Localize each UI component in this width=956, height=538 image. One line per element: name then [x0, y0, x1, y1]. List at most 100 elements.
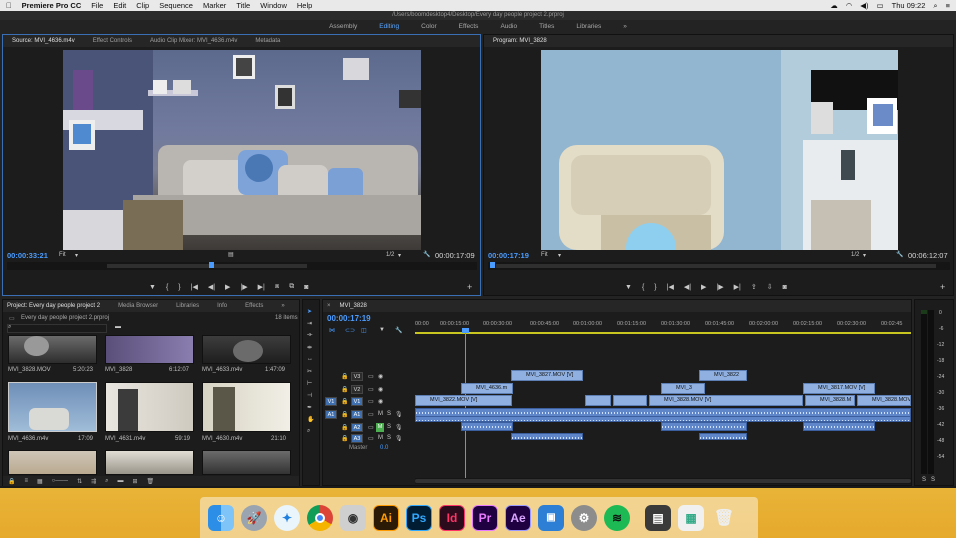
workspace-titles[interactable]: Titles — [528, 23, 565, 30]
snap-icon[interactable]: ⋈ — [329, 327, 335, 334]
workspace-more[interactable]: » — [612, 23, 638, 30]
workspace-color[interactable]: Color — [410, 23, 448, 30]
menu-help[interactable]: Help — [297, 1, 312, 10]
timeline-timecode[interactable]: 00:00:17:19 — [327, 314, 371, 323]
v2-eye-icon[interactable]: ◉ — [378, 386, 383, 393]
program-camera-icon[interactable]: ◙ — [783, 284, 787, 291]
cloud-icon[interactable]: ☁ — [830, 1, 838, 10]
source-add-button[interactable]: + — [467, 282, 472, 292]
program-mark-out-icon[interactable]: } — [654, 284, 656, 291]
clock[interactable]: Thu 09:22 — [892, 1, 926, 10]
workspace-audio[interactable]: Audio — [489, 23, 528, 30]
ripple-edit-tool-icon[interactable]: ⟛ — [307, 332, 312, 339]
rate-stretch-tool-icon[interactable]: ↔ — [307, 356, 313, 362]
track-a2-label[interactable]: A2 — [351, 423, 363, 432]
hand-tool-icon[interactable]: ✋ — [307, 416, 314, 423]
linked-selection-icon[interactable]: ⊂⊃ — [345, 327, 355, 334]
v3-lock-icon[interactable]: 🔒 — [341, 373, 348, 380]
source-wrench-icon[interactable]: 🔧 — [423, 251, 430, 258]
zoom-tool-icon[interactable]: ⌕ — [307, 428, 310, 435]
program-resolution-chevron-icon[interactable]: ▾ — [863, 252, 866, 259]
master-value[interactable]: 0.0 — [380, 445, 388, 451]
menu-marker[interactable]: Marker — [203, 1, 226, 10]
menu-list-icon[interactable]: ≡ — [946, 1, 950, 10]
workspace-effects[interactable]: Effects — [448, 23, 490, 30]
v3-sync-icon[interactable]: ▭ — [368, 373, 374, 380]
a2-lock-icon[interactable]: 🔒 — [341, 424, 348, 431]
menu-sequence[interactable]: Sequence — [159, 1, 193, 10]
project-search-icon[interactable]: ⌕ — [8, 324, 11, 331]
battery-icon[interactable]: ▭ — [877, 1, 884, 10]
clip-audio-a3[interactable] — [511, 433, 583, 440]
clip-v1[interactable]: MVI_3828.M — [805, 395, 855, 406]
program-wrench-icon[interactable]: 🔧 — [896, 251, 903, 258]
rolling-edit-tool-icon[interactable]: ⇹ — [307, 344, 312, 351]
new-bin-footer-icon[interactable]: ▬ — [118, 478, 124, 484]
list-view-icon[interactable]: ≡ — [24, 478, 28, 484]
chrome-icon[interactable] — [307, 504, 333, 531]
premiere-icon[interactable]: Pr — [472, 504, 498, 531]
timeline-playhead-handle[interactable] — [462, 328, 469, 333]
source-patch-v1[interactable]: V1 — [325, 397, 337, 406]
program-resolution[interactable]: 1/2 — [851, 252, 859, 258]
thumb-mvi-4636[interactable] — [8, 382, 97, 432]
volume-icon[interactable]: ◀) — [860, 1, 868, 10]
source-resolution-chevron-icon[interactable]: ▾ — [398, 252, 401, 259]
clip-v2[interactable]: MVI_4636.m — [461, 383, 513, 394]
program-fit-select[interactable]: Fit — [541, 252, 548, 258]
a1-mic-icon[interactable]: 🎙 — [395, 411, 403, 418]
app-menu[interactable]: Premiere Pro CC — [22, 1, 82, 10]
a2-mic-icon[interactable]: 🎙 — [395, 424, 403, 431]
finder-icon[interactable]: ☺ — [208, 504, 234, 531]
track-a1-label[interactable]: A1 — [351, 410, 363, 419]
photo-booth-icon[interactable]: ◉ — [340, 504, 366, 531]
a1-solo[interactable]: S — [387, 411, 391, 417]
meter-solo-right[interactable]: S — [931, 477, 935, 483]
clip-v2[interactable]: MVI_3817.MOV [V] — [803, 383, 875, 394]
sort-icon[interactable]: ⇅ — [77, 478, 82, 485]
image-file-icon[interactable]: ▤ — [645, 504, 671, 531]
thumb-mvi-3828-mov[interactable] — [8, 335, 97, 364]
thumb-mvi-4631[interactable] — [105, 382, 194, 432]
marker-icon[interactable]: ▼ — [149, 284, 156, 291]
mark-in-icon[interactable]: { — [166, 284, 168, 291]
track-v3-label[interactable]: V3 — [351, 372, 363, 381]
keynote-icon[interactable]: ▣ — [538, 504, 564, 531]
thumb-mvi-4633[interactable] — [202, 335, 291, 364]
thumb-mvi-4630[interactable] — [202, 382, 291, 432]
after-effects-icon[interactable]: Ae — [505, 504, 531, 531]
source-timecode[interactable]: 00:00:33:21 — [7, 251, 48, 260]
program-step-back-icon[interactable]: ◀| — [684, 283, 691, 291]
add-marker-icon[interactable]: ▼ — [379, 327, 385, 333]
tab-info[interactable]: Info — [208, 303, 236, 309]
camera-icon[interactable]: ◙ — [304, 284, 308, 291]
find-icon[interactable]: ⌕ — [105, 478, 108, 485]
meter-solo-left[interactable]: S — [922, 477, 926, 483]
program-time-ruler[interactable] — [488, 262, 950, 270]
a3-sync-icon[interactable]: ▭ — [368, 435, 374, 442]
razor-tool-icon[interactable]: ✂ — [307, 368, 312, 375]
v1-lock-icon[interactable]: 🔒 — [341, 398, 348, 405]
zoom-slider[interactable]: ○─── — [52, 478, 68, 484]
tab-project[interactable]: Project: Every day people project 2 — [3, 303, 109, 309]
safari-icon[interactable]: ✦ — [274, 504, 300, 531]
preview-icon[interactable]: ▦ — [678, 504, 704, 531]
clip-audio-a3[interactable] — [699, 433, 747, 440]
tab-program[interactable]: Program: MVI_3828 — [484, 38, 556, 44]
clip-v3[interactable]: MVI_3822 — [699, 370, 747, 381]
menu-file[interactable]: File — [91, 1, 103, 10]
program-zoom-bar[interactable] — [496, 264, 936, 268]
delete-icon[interactable]: 🗑 — [147, 478, 155, 485]
tab-sequence[interactable]: MVI_3828 — [340, 303, 376, 309]
clip-audio-a2[interactable] — [803, 422, 875, 431]
a2-sync-icon[interactable]: ▭ — [368, 424, 374, 431]
a1-mute[interactable]: M — [378, 411, 383, 417]
pen-tool-icon[interactable]: ✒ — [307, 404, 312, 411]
program-go-to-in-icon[interactable]: |◀ — [667, 283, 674, 291]
timeline-ruler[interactable]: 00:00 00:00:15:00 00:00:30:00 00:00:45:0… — [415, 320, 911, 334]
source-playhead[interactable] — [209, 262, 214, 268]
v1-eye-icon[interactable]: ◉ — [378, 398, 383, 405]
a3-lock-icon[interactable]: 🔒 — [341, 435, 348, 442]
clip-v1[interactable]: MVI_3828.MOV — [857, 395, 911, 406]
step-forward-icon[interactable]: |▶ — [240, 283, 247, 291]
